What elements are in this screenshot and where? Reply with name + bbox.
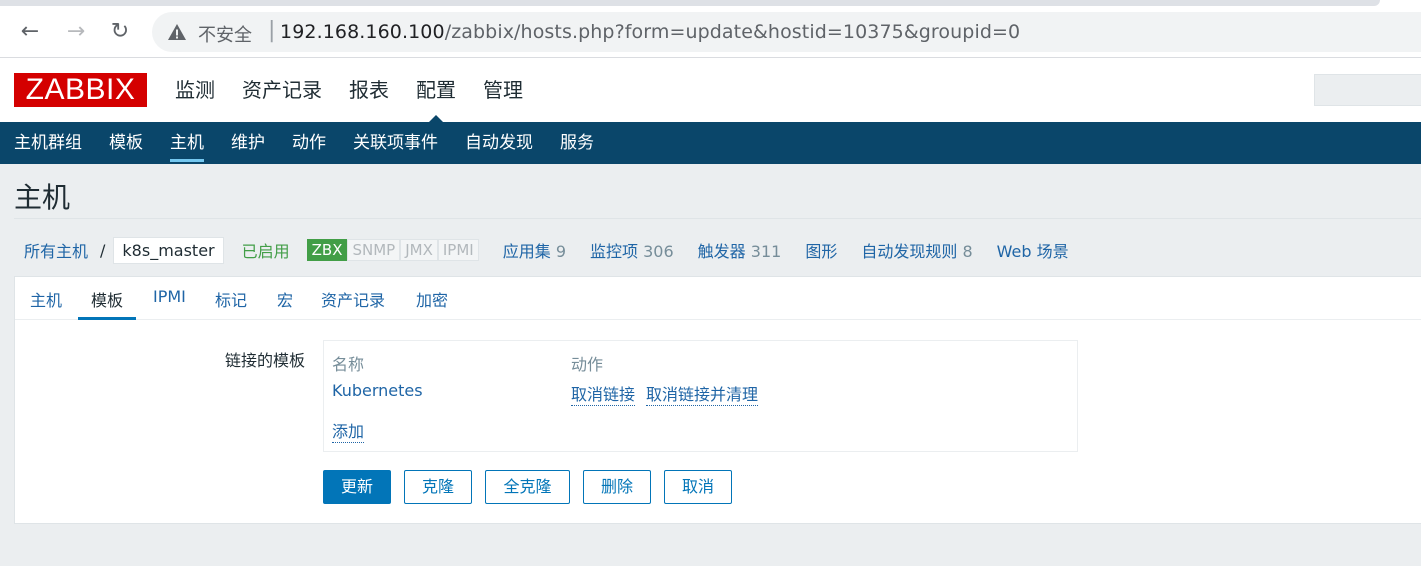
menu-item-monitoring[interactable]: 监测: [175, 76, 215, 104]
column-header-action: 动作: [571, 355, 604, 374]
menu-item-administration[interactable]: 管理: [483, 76, 523, 104]
tab-bar: 主机 模板 IPMI 标记 宏 资产记录 加密: [15, 277, 1421, 320]
host-nav-items[interactable]: 监控项 306: [590, 238, 674, 262]
linked-templates-table: 名称 动作 Kubernetes 取消链接 取消链接并清理 添加: [323, 340, 1078, 452]
host-status[interactable]: 已启用: [242, 238, 290, 262]
graphs-label: 图形: [805, 242, 838, 261]
back-arrow-icon[interactable]: ←: [16, 18, 44, 46]
search-input[interactable]: [1314, 74, 1421, 106]
template-link-kubernetes[interactable]: Kubernetes: [332, 381, 423, 400]
breadcrumb-current-host[interactable]: k8s_master: [113, 236, 224, 264]
full-clone-button[interactable]: 全克隆: [485, 470, 570, 504]
tab-inventory[interactable]: 资产记录: [321, 287, 385, 320]
breadcrumb-all-hosts[interactable]: 所有主机: [14, 238, 98, 262]
web-scenarios-label: Web 场景: [996, 242, 1069, 261]
tab-macros[interactable]: 宏: [277, 287, 293, 320]
url-host: 192.168.160.100: [280, 21, 445, 43]
availability-zbx: ZBX: [306, 239, 348, 261]
tab-host[interactable]: 主机: [30, 287, 62, 320]
clone-button[interactable]: 克隆: [404, 470, 472, 504]
submenu-item-discovery[interactable]: 自动发现: [465, 122, 533, 164]
unlink-button[interactable]: 取消链接: [571, 381, 636, 406]
menu-item-reports[interactable]: 报表: [349, 76, 389, 104]
app-header: ZABBIX 监测 资产记录 报表 配置 管理: [0, 58, 1421, 123]
page-title: 主机: [14, 181, 71, 214]
submenu-item-maintenance[interactable]: 维护: [231, 122, 265, 164]
discovery-rules-label: 自动发现规则: [861, 242, 958, 261]
breadcrumb: 所有主机 / k8s_master 已启用 ZBX SNMP JMX IPMI …: [14, 235, 1069, 265]
host-nav-graphs[interactable]: 图形: [805, 238, 837, 262]
warning-icon[interactable]: [166, 21, 188, 43]
browser-toolbar: ← → ↻ 不安全 | 192.168.160.100/zabbix/hosts…: [0, 0, 1421, 58]
host-nav-discovery-rules[interactable]: 自动发现规则 8: [861, 238, 972, 262]
update-button[interactable]: 更新: [323, 470, 391, 504]
insecure-label: 不安全: [198, 25, 252, 46]
zabbix-logo[interactable]: ZABBIX: [14, 73, 147, 107]
host-nav-applications[interactable]: 应用集 9: [503, 238, 566, 262]
submenu-item-actions[interactable]: 动作: [292, 122, 326, 164]
menu-item-configuration[interactable]: 配置: [416, 76, 456, 123]
address-bar[interactable]: 不安全 | 192.168.160.100/zabbix/hosts.php?f…: [152, 12, 1421, 52]
host-nav-web-scenarios[interactable]: Web 场景: [997, 238, 1069, 262]
tab-strip: [0, 0, 1380, 6]
submenu-item-hosts[interactable]: 主机: [170, 122, 204, 164]
discovery-rules-count: 8: [962, 242, 973, 261]
triggers-label: 触发器: [697, 242, 746, 261]
url-path: /zabbix/hosts.php?form=update&hostid=103…: [444, 21, 1021, 43]
submenu-item-host-groups[interactable]: 主机群组: [14, 122, 82, 164]
tab-tags[interactable]: 标记: [215, 287, 247, 320]
tab-ipmi[interactable]: IPMI: [153, 287, 186, 320]
host-form-panel: 主机 模板 IPMI 标记 宏 资产记录 加密 链接的模板 名称 动作 Kube…: [14, 276, 1421, 524]
main-menu: 监测 资产记录 报表 配置 管理: [175, 76, 550, 123]
unlink-and-clear-button[interactable]: 取消链接并清理: [646, 381, 759, 406]
menu-item-inventory[interactable]: 资产记录: [242, 76, 322, 104]
availability-badges: ZBX SNMP JMX IPMI: [306, 239, 479, 261]
reload-icon[interactable]: ↻: [106, 18, 134, 46]
delete-button[interactable]: 删除: [583, 470, 651, 504]
breadcrumb-separator: /: [100, 240, 106, 260]
applications-count: 9: [555, 242, 566, 261]
applications-label: 应用集: [502, 242, 551, 261]
items-label: 监控项: [590, 242, 639, 261]
submenu-item-templates[interactable]: 模板: [109, 122, 143, 164]
cancel-button[interactable]: 取消: [664, 470, 732, 504]
linked-templates-label: 链接的模板: [225, 351, 306, 370]
url-separator: |: [268, 18, 276, 43]
forward-arrow-icon[interactable]: →: [62, 18, 90, 46]
availability-snmp: SNMP: [347, 239, 401, 261]
submenu-item-services[interactable]: 服务: [560, 122, 594, 164]
add-template-button[interactable]: 添加: [332, 418, 365, 443]
divider: [14, 218, 1421, 219]
tab-encryption[interactable]: 加密: [416, 287, 448, 320]
column-header-name: 名称: [332, 355, 365, 374]
triggers-count: 311: [750, 242, 782, 261]
host-nav-triggers[interactable]: 触发器 311: [698, 238, 782, 262]
tab-templates[interactable]: 模板: [78, 287, 137, 320]
availability-jmx: JMX: [400, 239, 438, 261]
availability-ipmi: IPMI: [437, 239, 479, 261]
items-count: 306: [643, 242, 674, 261]
sub-menu: 主机群组 模板 主机 维护 动作 关联项事件 自动发现 服务: [0, 122, 1421, 164]
submenu-item-event-correlation[interactable]: 关联项事件: [353, 122, 438, 164]
url-text[interactable]: 192.168.160.100/zabbix/hosts.php?form=up…: [280, 21, 1020, 43]
